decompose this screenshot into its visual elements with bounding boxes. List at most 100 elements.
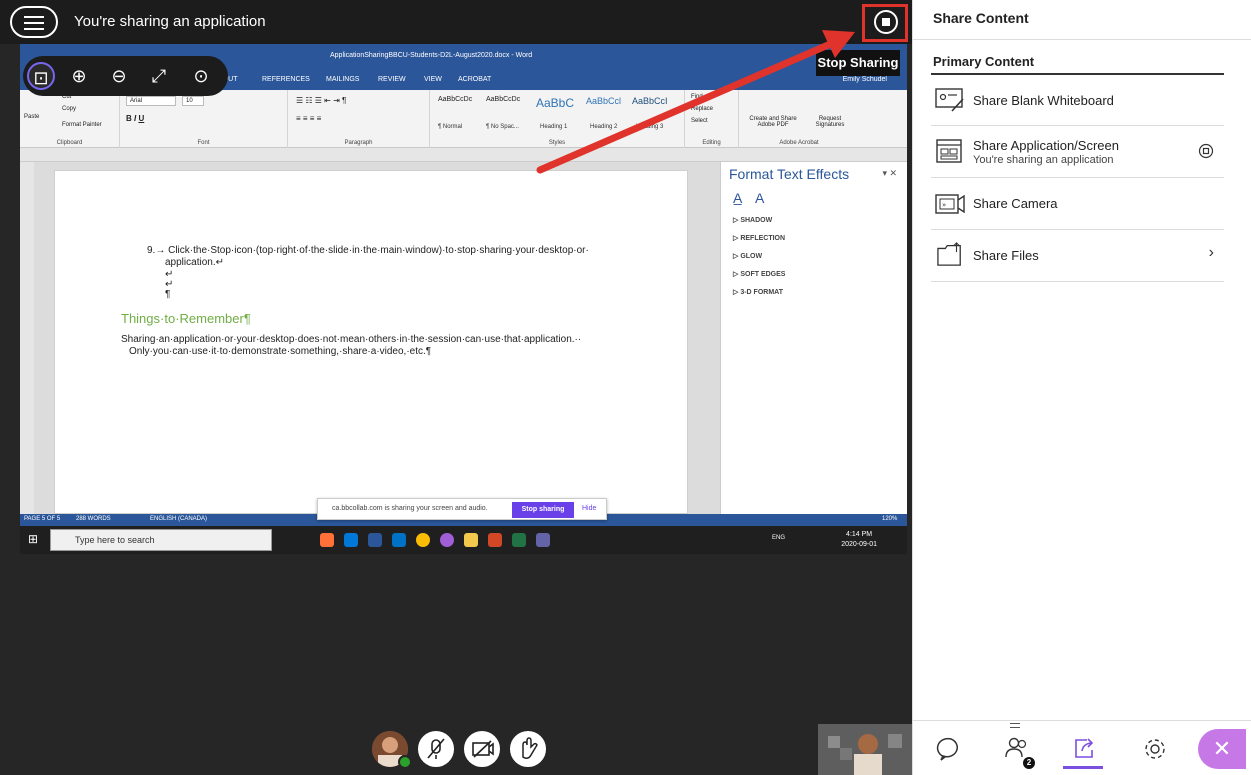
share-application-status: You're sharing an application bbox=[973, 154, 1114, 166]
style-heading3[interactable]: AaBbCcI bbox=[632, 96, 668, 122]
chevron-right-icon[interactable]: › bbox=[1209, 244, 1214, 262]
raise-hand-button[interactable] bbox=[510, 731, 546, 767]
attendees-button[interactable]: 2 bbox=[997, 729, 1037, 769]
share-content-button[interactable] bbox=[1063, 729, 1103, 769]
pane-item-shadow[interactable]: ▷ SHADOW bbox=[733, 216, 772, 224]
replace-button[interactable]: Replace bbox=[691, 106, 713, 112]
firefox-icon[interactable] bbox=[320, 533, 334, 547]
tab-references[interactable]: REFERENCES bbox=[262, 76, 310, 83]
word-ribbon: Paste Cut Copy Format Painter Clipboard … bbox=[20, 90, 907, 148]
share-application-item[interactable]: Share Application/Screen You're sharing … bbox=[931, 126, 1224, 178]
pane-item-3d-format[interactable]: ▷ 3-D FORMAT bbox=[733, 288, 783, 296]
powerpoint-icon[interactable] bbox=[488, 533, 502, 547]
request-signatures-button[interactable]: Request Signatures bbox=[805, 116, 855, 128]
style-heading2[interactable]: AaBbCcl bbox=[586, 96, 621, 122]
document-page[interactable]: 9.→ Click·the·Stop·icon·(top·right·of·th… bbox=[54, 170, 688, 514]
camera-off-button[interactable] bbox=[464, 731, 500, 767]
stop-sharing-small-icon[interactable] bbox=[1198, 143, 1214, 159]
camera-off-icon bbox=[472, 740, 494, 758]
list-icons[interactable]: ☰ ☷ ☰ ⇤ ⇥ ¶ bbox=[296, 96, 346, 105]
font-size-select[interactable]: 10 bbox=[182, 96, 204, 106]
style-no-spacing[interactable]: AaBbCcDc bbox=[486, 96, 520, 122]
paste-button[interactable]: Paste bbox=[24, 114, 39, 120]
stage-topbar: You're sharing an application bbox=[0, 0, 912, 44]
taskbar-clock: 4:14 PM 2020-09-01 bbox=[841, 530, 877, 550]
participant-video-tile[interactable] bbox=[818, 724, 912, 775]
zoom-in-icon[interactable]: ⊕ bbox=[65, 62, 93, 90]
pane-item-reflection[interactable]: ▷ REFLECTION bbox=[733, 234, 785, 242]
collapse-grip-icon[interactable] bbox=[1010, 723, 1020, 728]
chrome-icon[interactable] bbox=[416, 533, 430, 547]
share-whiteboard-item[interactable]: Share Blank Whiteboard bbox=[931, 76, 1224, 126]
panel-title: Share Content bbox=[933, 10, 1029, 26]
microphone-off-button[interactable] bbox=[418, 731, 454, 767]
format-painter-button[interactable]: Format Painter bbox=[62, 122, 102, 128]
itunes-icon[interactable] bbox=[440, 533, 454, 547]
edge-icon[interactable] bbox=[344, 533, 358, 547]
font-label: Font bbox=[197, 140, 210, 146]
taskbar-language: ENG bbox=[772, 535, 786, 541]
view-zoom-toolbar: ⊡ ⊕ ⊖ ⤢ ⊙ bbox=[23, 56, 228, 96]
share-files-label: Share Files bbox=[973, 248, 1039, 263]
outlook-icon[interactable] bbox=[392, 533, 406, 547]
copy-button[interactable]: Copy bbox=[62, 106, 76, 112]
share-whiteboard-label: Share Blank Whiteboard bbox=[973, 93, 1114, 108]
tab-view[interactable]: VIEW bbox=[424, 76, 442, 83]
paragraph-label: Paragraph bbox=[344, 140, 373, 146]
align-icons[interactable]: ≡ ≡ ≡ ≡ bbox=[296, 114, 321, 123]
file-explorer-icon[interactable] bbox=[464, 533, 478, 547]
fit-screen-icon[interactable]: ⤢ bbox=[145, 62, 173, 90]
pane-item-label: 3-D FORMAT bbox=[740, 289, 783, 296]
create-share-pdf-button[interactable]: Create and Share Adobe PDF bbox=[743, 116, 803, 128]
gear-icon bbox=[1145, 739, 1165, 759]
share-files-item[interactable]: Share Files › bbox=[931, 230, 1224, 282]
tab-review[interactable]: REVIEW bbox=[378, 76, 406, 83]
bold-italic-underline-icons[interactable]: B I U bbox=[126, 114, 144, 123]
taskbar-date: 2020-09-01 bbox=[841, 541, 877, 548]
taskbar-search-box[interactable]: Type here to search bbox=[50, 529, 272, 551]
attendee-count-badge: 2 bbox=[1023, 757, 1035, 769]
chat-icon bbox=[936, 737, 958, 761]
font-name-select[interactable]: Arial bbox=[126, 96, 176, 106]
text-fill-icon[interactable]: A̲ bbox=[733, 190, 742, 206]
menu-icon-bar bbox=[24, 22, 44, 24]
chat-button[interactable] bbox=[931, 729, 971, 769]
tab-acrobat[interactable]: ACROBAT bbox=[458, 76, 491, 83]
pane-title: Format Text Effects bbox=[729, 166, 850, 182]
clipboard-group: Paste Cut Copy Format Painter Clipboard bbox=[20, 90, 120, 148]
close-panel-button[interactable]: ✕ bbox=[1198, 729, 1246, 769]
windows-start-icon[interactable]: ⊞ bbox=[28, 532, 38, 546]
share-notification-text: ca.bbcollab.com is sharing your screen a… bbox=[332, 505, 488, 512]
pane-item-label: SHADOW bbox=[740, 217, 773, 224]
settings-button[interactable] bbox=[1135, 729, 1175, 769]
tab-mailings[interactable]: MAILINGS bbox=[326, 76, 359, 83]
word-icon[interactable] bbox=[368, 533, 382, 547]
session-menu-button[interactable] bbox=[10, 6, 58, 38]
notification-hide-button[interactable]: Hide bbox=[582, 505, 596, 512]
style-heading1[interactable]: AaBbC bbox=[536, 96, 574, 122]
select-button[interactable]: Select bbox=[691, 118, 708, 124]
word-window-title: ApplicationSharingBBCU-Students-D2L-Augu… bbox=[330, 52, 533, 59]
text-effects-icon[interactable]: A bbox=[755, 190, 764, 206]
doc-step9-line1: 9.→ Click·the·Stop·icon·(top·right·of·th… bbox=[147, 245, 589, 256]
pane-item-soft-edges[interactable]: ▷ SOFT EDGES bbox=[733, 270, 785, 278]
pane-item-glow[interactable]: ▷ GLOW bbox=[733, 252, 762, 260]
teams-icon[interactable] bbox=[536, 533, 550, 547]
style-normal[interactable]: AaBbCcDc bbox=[438, 96, 472, 122]
format-text-effects-pane: Format Text Effects ▾ ✕ A̲ A ▷ SHADOW ▷ … bbox=[720, 162, 907, 514]
actual-size-icon[interactable]: ⊙ bbox=[187, 62, 215, 90]
share-camera-item[interactable]: » Share Camera bbox=[931, 178, 1224, 230]
notification-stop-sharing-button[interactable]: Stop sharing bbox=[512, 502, 574, 518]
editing-label: Editing bbox=[702, 140, 721, 146]
stop-sharing-button[interactable] bbox=[874, 10, 898, 34]
style-heading2-label: Heading 2 bbox=[590, 124, 618, 130]
zoom-out-icon[interactable]: ⊖ bbox=[105, 62, 133, 90]
doc-bullet-line2: Only·you·can·use·it·to·demonstrate·somet… bbox=[129, 346, 432, 357]
pane-close-icon[interactable]: ▾ ✕ bbox=[882, 168, 897, 179]
excel-icon[interactable] bbox=[512, 533, 526, 547]
best-fit-icon[interactable]: ⊡ bbox=[27, 62, 55, 90]
word-user-name: Emily Schudel bbox=[842, 76, 887, 83]
find-button[interactable]: Find bbox=[691, 94, 703, 100]
document-area: 9.→ Click·the·Stop·icon·(top·right·of·th… bbox=[34, 162, 720, 514]
primary-content-heading: Primary Content bbox=[933, 54, 1035, 69]
